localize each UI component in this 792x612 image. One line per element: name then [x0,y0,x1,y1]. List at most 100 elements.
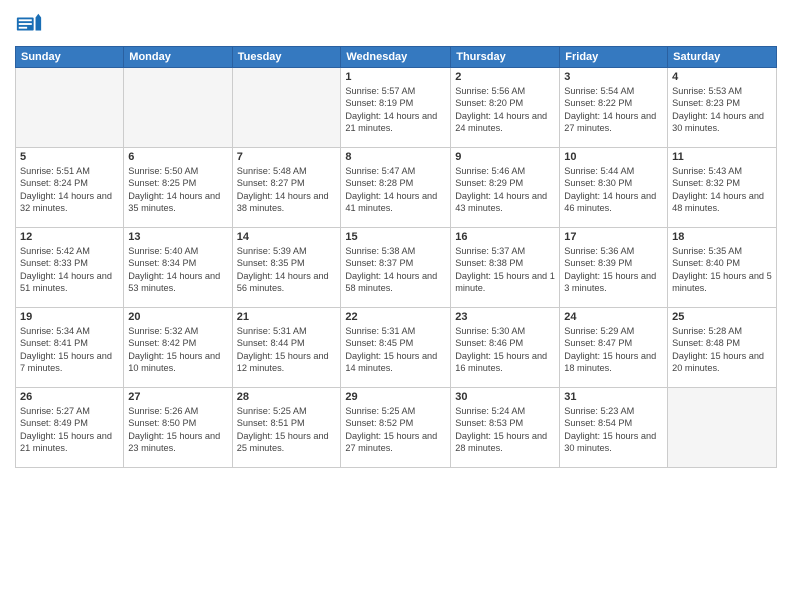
day-info: Sunrise: 5:57 AMSunset: 8:19 PMDaylight:… [345,85,446,135]
day-number: 5 [20,151,119,163]
day-cell-22: 22Sunrise: 5:31 AMSunset: 8:45 PMDayligh… [341,308,451,388]
day-cell-21: 21 Sunrise: 5:31 AMSunset: 8:44 PMDayligh… [232,308,341,388]
day-number: 19 [20,311,119,323]
empty-cell [232,68,341,148]
calendar-body: 1 Sunrise: 5:57 AMSunset: 8:19 PMDaylight… [16,68,777,468]
day-number: 17 [564,231,663,243]
day-info: Sunrise: 5:40 AMSunset: 8:34 PMDaylight:… [128,245,227,295]
day-info: Sunrise: 5:36 AMSunset: 8:39 PMDaylight:… [564,245,663,295]
day-info: Sunrise: 5:35 AMSunset: 8:40 PMDaylight:… [672,245,772,295]
day-cell-24: 24 Sunrise: 5:29 AMSunset: 8:47 PMDayligh… [560,308,668,388]
logo [15,10,47,38]
day-number: 6 [128,151,227,163]
day-info: Sunrise: 5:51 AMSunset: 8:24 PMDaylight:… [20,165,119,215]
day-cell-26: 26Sunrise: 5:27 AMSunset: 8:49 PMDayligh… [16,388,124,468]
day-info: Sunrise: 5:27 AMSunset: 8:49 PMDaylight:… [20,405,119,455]
day-info: Sunrise: 5:28 AMSunset: 8:48 PMDaylight:… [672,325,772,375]
day-cell-23: 23Sunrise: 5:30 AMSunset: 8:46 PMDayligh… [451,308,560,388]
day-number: 25 [672,311,772,323]
day-number: 31 [564,391,663,403]
day-number: 3 [564,71,663,83]
week-row-2: 12 Sunrise: 5:42 AMSunset: 8:33 PMDayligh… [16,228,777,308]
week-row-1: 5 Sunrise: 5:51 AMSunset: 8:24 PMDaylight… [16,148,777,228]
day-info: Sunrise: 5:26 AMSunset: 8:50 PMDaylight:… [128,405,227,455]
day-cell-16: 16 Sunrise: 5:37 AMSunset: 8:38 PMDayligh… [451,228,560,308]
day-info: Sunrise: 5:54 AMSunset: 8:22 PMDaylight:… [564,85,663,135]
day-number: 15 [345,231,446,243]
day-info: Sunrise: 5:25 AMSunset: 8:51 PMDaylight:… [237,405,337,455]
day-cell-27: 27 Sunrise: 5:26 AMSunset: 8:50 PMDayligh… [124,388,232,468]
day-cell-30: 30 Sunrise: 5:24 AMSunset: 8:53 PMDayligh… [451,388,560,468]
weekday-header-saturday: Saturday [668,47,777,68]
day-info: Sunrise: 5:25 AMSunset: 8:52 PMDaylight:… [345,405,446,455]
day-cell-25: 25 Sunrise: 5:28 AMSunset: 8:48 PMDayligh… [668,308,777,388]
day-cell-11: 11 Sunrise: 5:43 AMSunset: 8:32 PMDayligh… [668,148,777,228]
day-info: Sunrise: 5:56 AMSunset: 8:20 PMDaylight:… [455,85,555,135]
day-info: Sunrise: 5:32 AMSunset: 8:42 PMDaylight:… [128,325,227,375]
day-info: Sunrise: 5:29 AMSunset: 8:47 PMDaylight:… [564,325,663,375]
day-number: 11 [672,151,772,163]
calendar-header: SundayMondayTuesdayWednesdayThursdayFrid… [16,47,777,68]
day-cell-12: 12 Sunrise: 5:42 AMSunset: 8:33 PMDayligh… [16,228,124,308]
day-number: 28 [237,391,337,403]
page: SundayMondayTuesdayWednesdayThursdayFrid… [0,0,792,612]
day-info: Sunrise: 5:47 AMSunset: 8:28 PMDaylight:… [345,165,446,215]
weekday-row: SundayMondayTuesdayWednesdayThursdayFrid… [16,47,777,68]
day-cell-1: 1 Sunrise: 5:57 AMSunset: 8:19 PMDaylight… [341,68,451,148]
day-info: Sunrise: 5:38 AMSunset: 8:37 PMDaylight:… [345,245,446,295]
weekday-header-sunday: Sunday [16,47,124,68]
day-info: Sunrise: 5:30 AMSunset: 8:46 PMDaylight:… [455,325,555,375]
day-number: 30 [455,391,555,403]
week-row-4: 26Sunrise: 5:27 AMSunset: 8:49 PMDayligh… [16,388,777,468]
day-cell-17: 17 Sunrise: 5:36 AMSunset: 8:39 PMDayligh… [560,228,668,308]
day-info: Sunrise: 5:44 AMSunset: 8:30 PMDaylight:… [564,165,663,215]
day-info: Sunrise: 5:23 AMSunset: 8:54 PMDaylight:… [564,405,663,455]
day-info: Sunrise: 5:34 AMSunset: 8:41 PMDaylight:… [20,325,119,375]
day-info: Sunrise: 5:43 AMSunset: 8:32 PMDaylight:… [672,165,772,215]
day-cell-28: 28 Sunrise: 5:25 AMSunset: 8:51 PMDayligh… [232,388,341,468]
weekday-header-tuesday: Tuesday [232,47,341,68]
weekday-header-wednesday: Wednesday [341,47,451,68]
day-number: 21 [237,311,337,323]
day-number: 14 [237,231,337,243]
day-info: Sunrise: 5:46 AMSunset: 8:29 PMDaylight:… [455,165,555,215]
day-cell-8: 8 Sunrise: 5:47 AMSunset: 8:28 PMDaylight… [341,148,451,228]
week-row-0: 1 Sunrise: 5:57 AMSunset: 8:19 PMDaylight… [16,68,777,148]
day-cell-6: 6 Sunrise: 5:50 AMSunset: 8:25 PMDaylight… [124,148,232,228]
weekday-header-monday: Monday [124,47,232,68]
day-cell-20: 20 Sunrise: 5:32 AMSunset: 8:42 PMDayligh… [124,308,232,388]
day-number: 24 [564,311,663,323]
day-info: Sunrise: 5:39 AMSunset: 8:35 PMDaylight:… [237,245,337,295]
day-cell-7: 7Sunrise: 5:48 AMSunset: 8:27 PMDaylight… [232,148,341,228]
day-info: Sunrise: 5:31 AMSunset: 8:44 PMDaylight:… [237,325,337,375]
empty-cell [16,68,124,148]
day-number: 4 [672,71,772,83]
day-number: 8 [345,151,446,163]
day-cell-29: 29 Sunrise: 5:25 AMSunset: 8:52 PMDayligh… [341,388,451,468]
day-info: Sunrise: 5:50 AMSunset: 8:25 PMDaylight:… [128,165,227,215]
day-cell-14: 14 Sunrise: 5:39 AMSunset: 8:35 PMDayligh… [232,228,341,308]
day-cell-2: 2 Sunrise: 5:56 AMSunset: 8:20 PMDaylight… [451,68,560,148]
day-number: 16 [455,231,555,243]
logo-icon [15,10,43,38]
day-info: Sunrise: 5:24 AMSunset: 8:53 PMDaylight:… [455,405,555,455]
day-number: 20 [128,311,227,323]
day-info: Sunrise: 5:37 AMSunset: 8:38 PMDaylight:… [455,245,555,295]
day-number: 12 [20,231,119,243]
day-number: 29 [345,391,446,403]
day-cell-5: 5 Sunrise: 5:51 AMSunset: 8:24 PMDaylight… [16,148,124,228]
weekday-header-friday: Friday [560,47,668,68]
day-info: Sunrise: 5:42 AMSunset: 8:33 PMDaylight:… [20,245,119,295]
day-cell-10: 10Sunrise: 5:44 AMSunset: 8:30 PMDayligh… [560,148,668,228]
day-number: 9 [455,151,555,163]
day-number: 2 [455,71,555,83]
day-cell-13: 13Sunrise: 5:40 AMSunset: 8:34 PMDayligh… [124,228,232,308]
empty-cell [124,68,232,148]
day-cell-9: 9 Sunrise: 5:46 AMSunset: 8:29 PMDaylight… [451,148,560,228]
empty-cell [668,388,777,468]
day-number: 27 [128,391,227,403]
day-cell-4: 4Sunrise: 5:53 AMSunset: 8:23 PMDaylight… [668,68,777,148]
day-number: 1 [345,71,446,83]
calendar: SundayMondayTuesdayWednesdayThursdayFrid… [15,46,777,468]
day-number: 22 [345,311,446,323]
